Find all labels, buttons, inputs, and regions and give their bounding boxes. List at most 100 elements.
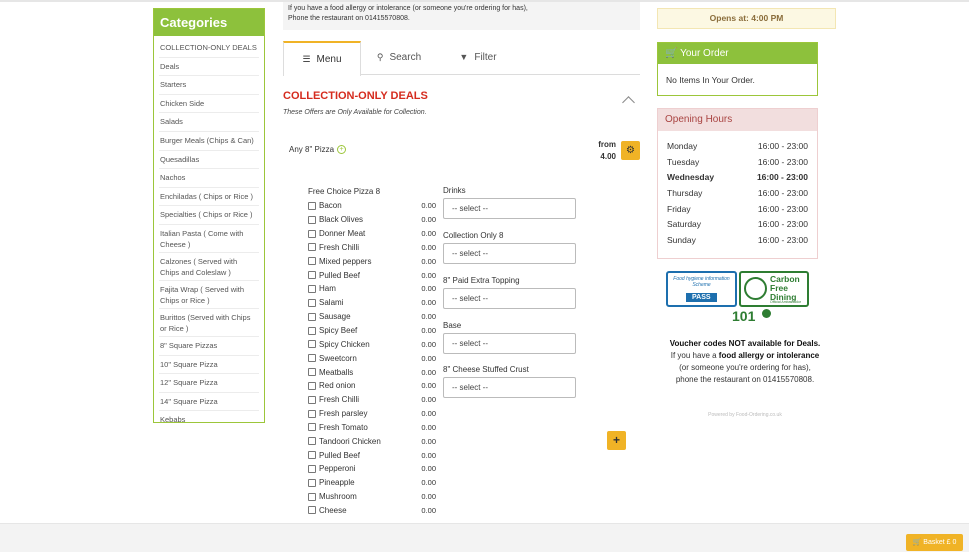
- powered-by[interactable]: Powered by Food-Ordering.co.uk: [650, 412, 840, 418]
- topping-checkbox[interactable]: [308, 409, 316, 418]
- options-button[interactable]: ⚙: [621, 141, 640, 160]
- category-item[interactable]: Chicken Side: [159, 95, 259, 114]
- topping-price: 0.00: [421, 464, 436, 474]
- topping-checkbox[interactable]: [308, 271, 316, 280]
- topping-checkbox[interactable]: [308, 437, 316, 446]
- topping-name: Sweetcorn: [319, 353, 357, 363]
- category-item[interactable]: Italian Pasta ( Come with Cheese ): [159, 225, 259, 253]
- option-label: Collection Only 8: [443, 231, 504, 240]
- hours-row: Wednesday 16:00 - 23:00: [667, 172, 808, 188]
- opens-at-banner: Opens at: 4:00 PM: [657, 8, 836, 29]
- fhis-pass: PASS: [686, 293, 717, 302]
- topping-checkbox[interactable]: [308, 298, 316, 307]
- allergy-banner: If you have a food allergy or intoleranc…: [283, 2, 640, 30]
- topping-checkbox[interactable]: [308, 354, 316, 363]
- tab-menu[interactable]: ☰ Menu: [283, 41, 361, 76]
- category-item[interactable]: Burger Meals (Chips & Can): [159, 132, 259, 151]
- topping-row: Mushroom 0.00: [308, 490, 436, 504]
- topping-row: Pulled Beef 0.00: [308, 448, 436, 462]
- category-item[interactable]: Nachos: [159, 169, 259, 188]
- topping-row: Salami 0.00: [308, 296, 436, 310]
- category-item[interactable]: Burittos (Served with Chips or Rice ): [159, 309, 259, 337]
- category-item[interactable]: Kebabs: [159, 411, 259, 422]
- category-item[interactable]: Calzones ( Served with Chips and Colesla…: [159, 253, 259, 281]
- topping-row: Fresh parsley 0.00: [308, 407, 436, 421]
- topping-name: Fresh Tomato: [319, 422, 368, 432]
- option-group: Base -- select --: [443, 321, 576, 354]
- info-plus-icon[interactable]: +: [337, 145, 347, 155]
- option-group: 8" Paid Extra Topping -- select --: [443, 276, 576, 309]
- tab-filter-label: Filter: [474, 52, 497, 63]
- option-select[interactable]: -- select --: [443, 243, 576, 264]
- toppings-title: Free Choice Pizza 8: [308, 187, 381, 196]
- category-item[interactable]: Deals: [159, 58, 259, 77]
- category-item[interactable]: Salads: [159, 113, 259, 132]
- topping-checkbox[interactable]: [308, 423, 316, 432]
- topping-checkbox[interactable]: [308, 229, 316, 238]
- topping-checkbox[interactable]: [308, 451, 316, 460]
- hours-day: Thursday: [667, 188, 703, 199]
- category-item[interactable]: Enchiladas ( Chips or Rice ): [159, 188, 259, 207]
- category-item[interactable]: Specialties ( Chips or Rice ): [159, 206, 259, 225]
- add-to-order-button[interactable]: +: [607, 431, 626, 450]
- topping-checkbox[interactable]: [308, 284, 316, 293]
- topping-checkbox[interactable]: [308, 326, 316, 335]
- option-group: 8" Cheese Stuffed Crust -- select --: [443, 365, 576, 398]
- categories-title: Categories: [154, 9, 264, 36]
- topping-name: Ham: [319, 284, 336, 294]
- option-select[interactable]: -- select --: [443, 377, 576, 398]
- topping-checkbox[interactable]: [308, 201, 316, 210]
- topping-price: 0.00: [421, 326, 436, 336]
- topping-price: 0.00: [421, 270, 436, 280]
- topping-price: 0.00: [421, 242, 436, 252]
- category-item[interactable]: 14" Square Pizza: [159, 393, 259, 412]
- topping-checkbox[interactable]: [308, 506, 316, 515]
- category-item[interactable]: Quesadillas: [159, 151, 259, 170]
- topping-checkbox[interactable]: [308, 381, 316, 390]
- option-select[interactable]: -- select --: [443, 288, 576, 309]
- option-label: Drinks: [443, 186, 466, 195]
- item-price: 4.00: [600, 152, 616, 161]
- item-name[interactable]: Any 8" Pizza +: [289, 145, 347, 155]
- hours-day: Sunday: [667, 235, 696, 246]
- topping-checkbox[interactable]: [308, 340, 316, 349]
- basket-button[interactable]: 🛒 Basket £ 0: [906, 534, 963, 551]
- tab-search[interactable]: ⚲ Search: [369, 41, 429, 75]
- option-select[interactable]: -- select --: [443, 198, 576, 219]
- category-item[interactable]: 12" Square Pizza: [159, 374, 259, 393]
- category-item[interactable]: COLLECTION-ONLY DEALS: [159, 39, 259, 58]
- hours-row: Saturday 16:00 - 23:00: [667, 219, 808, 235]
- topping-row: Ham 0.00: [308, 282, 436, 296]
- option-select[interactable]: -- select --: [443, 333, 576, 354]
- topping-name: Mushroom: [319, 492, 357, 502]
- topping-price: 0.00: [421, 478, 436, 488]
- topping-row: Black Olives 0.00: [308, 213, 436, 227]
- topping-checkbox[interactable]: [308, 257, 316, 266]
- plus-icon: +: [612, 433, 620, 447]
- topping-checkbox[interactable]: [308, 312, 316, 321]
- topping-checkbox[interactable]: [308, 215, 316, 224]
- topping-name: Spicy Beef: [319, 326, 358, 336]
- topping-name: Black Olives: [319, 215, 364, 225]
- topping-name: Pepperoni: [319, 464, 356, 474]
- category-item[interactable]: 8" Square Pizzas: [159, 337, 259, 356]
- topping-row: Pineapple 0.00: [308, 476, 436, 490]
- topping-checkbox[interactable]: [308, 464, 316, 473]
- opening-hours-title: Opening Hours: [658, 109, 817, 131]
- topping-price: 0.00: [421, 284, 436, 294]
- topping-checkbox[interactable]: [308, 243, 316, 252]
- hours-day: Monday: [667, 141, 698, 151]
- topping-checkbox[interactable]: [308, 478, 316, 487]
- topping-checkbox[interactable]: [308, 492, 316, 501]
- item-name-label: Any 8" Pizza: [289, 145, 335, 154]
- topping-checkbox[interactable]: [308, 395, 316, 404]
- category-item[interactable]: 10" Square Pizza: [159, 356, 259, 375]
- category-item[interactable]: Starters: [159, 76, 259, 95]
- chevron-up-icon[interactable]: [622, 96, 635, 109]
- topping-checkbox[interactable]: [308, 368, 316, 377]
- category-item[interactable]: Fajita Wrap ( Served with Chips or Rice …: [159, 281, 259, 309]
- topping-row: Mixed peppers 0.00: [308, 254, 436, 268]
- topping-name: Red onion: [319, 381, 356, 391]
- tab-filter[interactable]: ▼ Filter: [453, 41, 503, 75]
- hours-row: Friday 16:00 - 23:00: [667, 204, 808, 220]
